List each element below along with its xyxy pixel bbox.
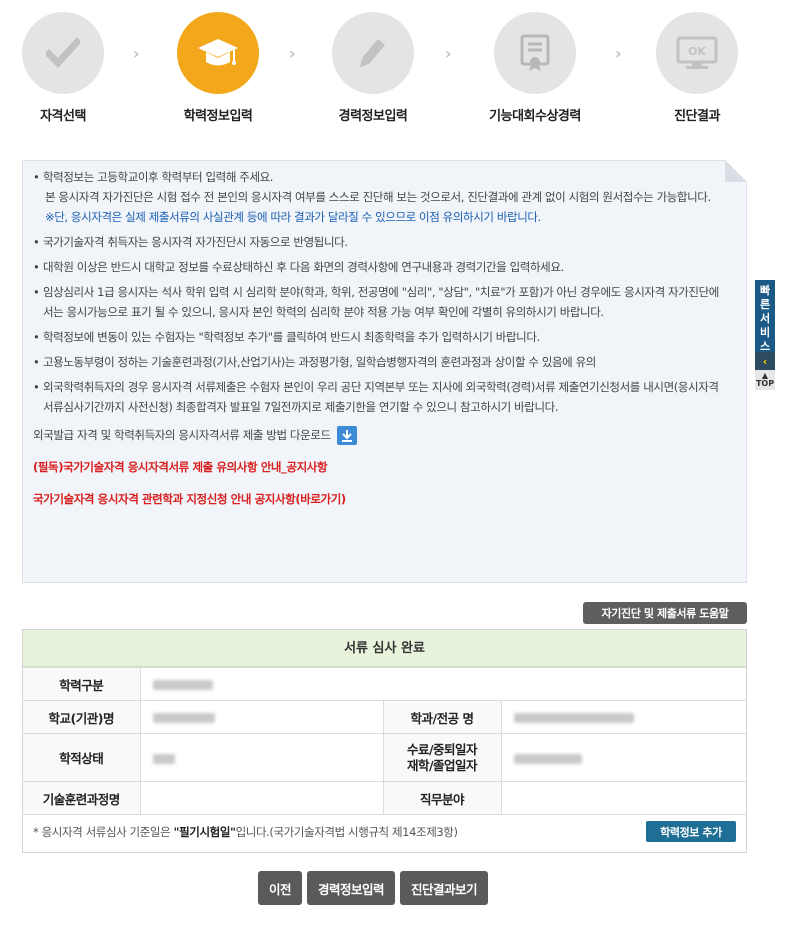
result-header: 서류 심사 완료 [23,630,746,667]
dept-designation-link[interactable]: 국가기술자격 응시자격 관련학과 지정신청 안내 공지사항(바로가기) [33,489,720,509]
notice-list: 학력정보는 고등학교이후 학력부터 입력해 주세요. 본 응시자격 자가진단은 … [33,167,720,417]
notice-item: 국가기술자격 취득자는 응시자격 자가진단시 자동으로 반영됩니다. [33,232,720,252]
school-value [139,700,384,734]
download-icon[interactable] [336,425,357,445]
monitor-ok-icon: OK [676,36,718,69]
table-row: 학적상태 수료/중퇴일자 재학/졸업일자 [23,733,746,782]
step-education[interactable]: 학력정보입력 [153,12,283,124]
required-notice-link[interactable]: (필독)국가기술자격 응시자격서류 제출 유의사항 안내_공지사항 [33,457,720,477]
training-value [139,781,384,815]
major-value [500,700,746,734]
step-label: 학력정보입력 [183,109,253,124]
step-circle [494,12,576,94]
help-button[interactable]: 자기진단 및 제출서류 도움말 [583,602,747,624]
notice-item: 대학원 이상은 반드시 대학교 정보를 수료상태하신 후 다음 화면의 경력사항… [33,257,720,277]
result-footer: * 응시자격 서류심사 기준일은 "필기시험일"입니다.(국가기술자격법 시행규… [23,815,746,848]
chevron-right-icon: › [615,44,622,63]
step-circle [332,12,414,94]
step-label: 기능대회수상경력 [489,109,581,124]
download-row: 외국발급 자격 및 학력취득자의 응시자격서류 제출 방법 다운로드 [33,425,720,445]
notice-item: 고용노동부령이 정하는 기술훈련과정(기사,산업기사)는 과정평가형, 일학습병… [33,352,720,372]
step-label: 경력정보입력 [338,109,408,124]
notice-item: 학력정보는 고등학교이후 학력부터 입력해 주세요. 본 응시자격 자가진단은 … [33,167,720,227]
result-panel: 서류 심사 완료 학력구분 학교(기관)명 학과/전공 명 학적상태 수료/중퇴… [22,629,747,853]
quick-service-label[interactable]: 빠른서비스 [755,280,775,353]
step-circle: OK [656,12,738,94]
step-label: 자격선택 [40,109,86,124]
review-date-note: * 응시자격 서류심사 기준일은 "필기시험일"입니다.(국가기술자격법 시행규… [33,824,458,839]
major-label: 학과/전공 명 [382,700,502,734]
training-label: 기술훈련과정명 [23,781,141,815]
education-table: 학력구분 학교(기관)명 학과/전공 명 학적상태 수료/중퇴일자 재학/졸업일… [23,667,746,815]
bottom-buttons: 이전 경력정보입력 진단결과보기 [258,871,489,905]
progress-steps: 자격선택 › 학력정보입력 › 경력정보입력 › 기능대회수상경력 › OK 진… [0,0,802,140]
notice-item: 임상심리사 1급 응시자는 석사 학위 입력 시 심리학 분야(학과, 학위, … [33,282,720,322]
job-field-value [500,781,746,815]
step-circle [22,12,104,94]
add-education-button[interactable]: 학력정보 추가 [646,821,736,842]
chevron-right-icon: › [445,44,452,63]
notice-item: 학력정보에 변동이 있는 수험자는 "학력정보 추가"를 클릭하여 반드시 최종… [33,327,720,347]
chevron-left-icon[interactable]: ‹ [755,352,775,370]
date-label: 수료/중퇴일자 재학/졸업일자 [382,733,502,782]
scroll-top-button[interactable]: ▲ TOP [755,370,775,390]
pencil-icon [360,39,385,67]
job-field-label: 직무분야 [382,781,502,815]
chevron-right-icon: › [133,44,140,63]
step-circle [177,12,259,94]
table-row: 기술훈련과정명 직무분야 [23,781,746,815]
step-label: 진단결과 [674,109,720,124]
certificate-icon [520,34,550,71]
career-input-button[interactable]: 경력정보입력 [307,871,396,905]
graduation-cap-icon [198,39,238,66]
monitor-ok-text: OK [688,45,706,58]
step-result[interactable]: OK 진단결과 [632,12,762,124]
view-diagnosis-button[interactable]: 진단결과보기 [400,871,489,905]
chevron-right-icon: › [289,44,296,63]
table-row: 학교(기관)명 학과/전공 명 [23,700,746,734]
page-fold-decoration [725,160,747,182]
step-career[interactable]: 경력정보입력 [308,12,438,124]
school-label: 학교(기관)명 [23,700,141,734]
step-competition[interactable]: 기능대회수상경력 [470,12,600,124]
download-text: 외국발급 자격 및 학력취득자의 응시자격서류 제출 방법 다운로드 [33,428,331,442]
status-value [139,733,384,782]
edu-type-label: 학력구분 [23,667,141,701]
status-label: 학적상태 [23,733,141,782]
prev-button[interactable]: 이전 [258,871,303,905]
table-row: 학력구분 [23,667,746,701]
check-icon [46,38,80,68]
edu-type-value [139,667,746,701]
notice-box: 학력정보는 고등학교이후 학력부터 입력해 주세요. 본 응시자격 자가진단은 … [22,160,747,583]
notice-warning: ※단, 응시자격은 실제 제출서류의 사실관계 등에 따라 결과가 달라질 수 … [45,210,541,224]
notice-item: 외국학력취득자의 경우 응시자격 서류제출은 수험자 본인이 우리 공단 지역본… [33,377,720,417]
step-qualification[interactable]: 자격선택 [0,12,128,124]
date-value [500,733,746,782]
quick-service-panel: 빠른서비스 ‹ ▲ TOP [755,280,775,390]
